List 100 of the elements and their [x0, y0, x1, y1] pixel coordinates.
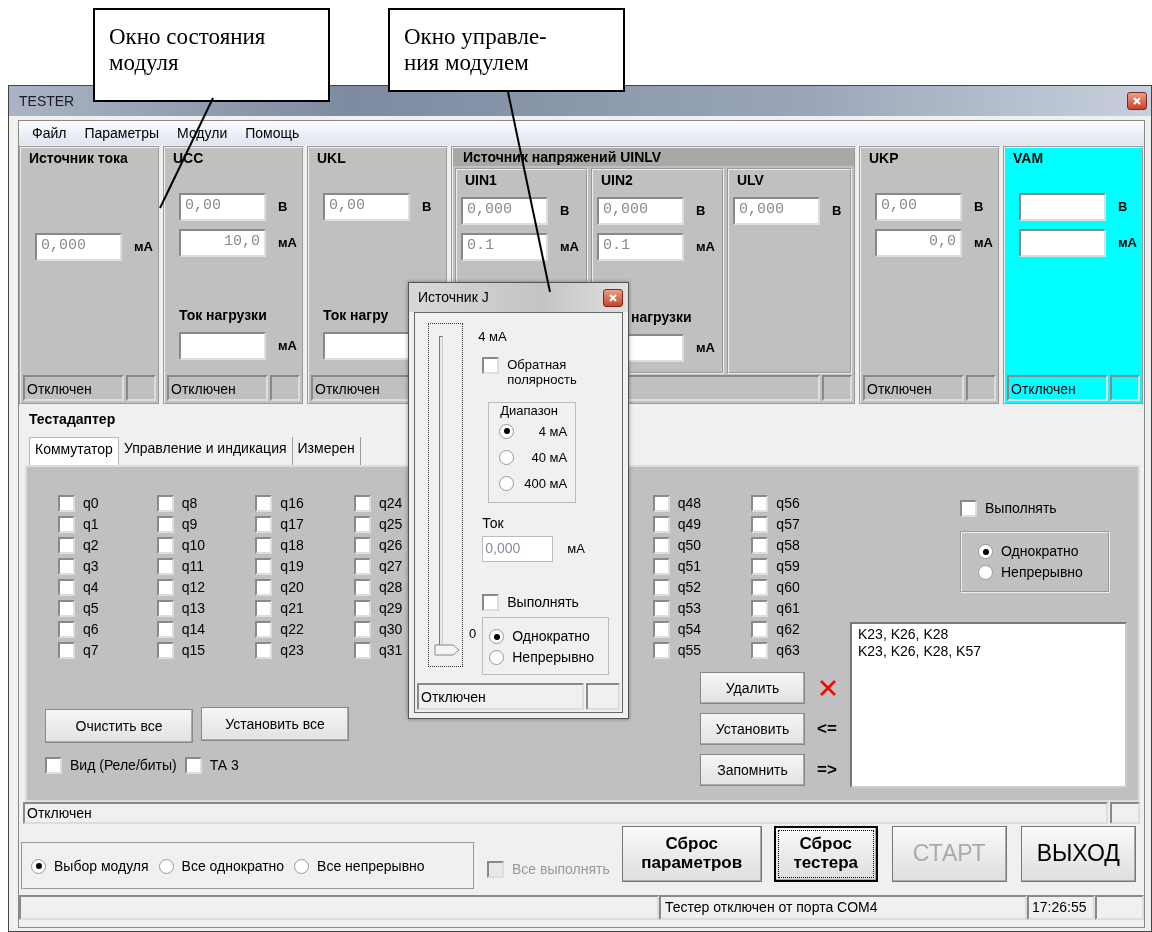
checkbox-label[interactable]: q61	[776, 600, 800, 617]
checkbox-label[interactable]: q58	[776, 537, 800, 554]
checkbox[interactable]	[751, 516, 769, 533]
checkbox-label[interactable]: q53	[677, 600, 702, 617]
checkbox-label[interactable]: q26	[379, 537, 403, 554]
text-field[interactable]: 0,000	[35, 233, 122, 261]
checkbox-label[interactable]: q25	[379, 516, 403, 533]
checkbox-label[interactable]: q23	[280, 642, 304, 659]
checkbox-label[interactable]: q56	[776, 495, 800, 512]
checkbox-label[interactable]: q5	[83, 600, 99, 617]
text-field[interactable]	[179, 332, 266, 360]
checkbox-label[interactable]: q15	[181, 642, 206, 659]
checkbox[interactable]	[652, 537, 670, 554]
checkbox[interactable]	[652, 621, 670, 638]
checkbox-label[interactable]: q10	[181, 537, 206, 554]
menu-item[interactable]: Параметры	[75, 124, 169, 142]
close-button[interactable]	[1127, 92, 1147, 110]
checkbox[interactable]	[354, 642, 371, 659]
radio-button[interactable]	[499, 475, 515, 491]
checkbox[interactable]	[354, 495, 371, 512]
button[interactable]: Удалить	[700, 672, 805, 704]
checkbox[interactable]	[156, 600, 174, 617]
checkbox[interactable]	[354, 537, 371, 554]
text-field[interactable]: 0,000	[733, 197, 820, 225]
text-field[interactable]: 0,000	[482, 536, 554, 563]
checkbox[interactable]	[255, 621, 273, 638]
radio-button[interactable]	[978, 544, 993, 559]
checkbox[interactable]	[58, 558, 75, 575]
button[interactable]: Установить все	[201, 707, 349, 741]
radio-button[interactable]	[489, 629, 505, 645]
checkbox[interactable]	[156, 642, 174, 659]
menu-item[interactable]: Файл	[23, 124, 76, 142]
radio-label[interactable]: Выбор модуля	[54, 857, 149, 875]
checkbox[interactable]	[255, 558, 273, 575]
checkbox[interactable]	[58, 537, 75, 554]
close-button[interactable]	[603, 288, 623, 307]
checkbox[interactable]	[652, 579, 670, 596]
checkbox[interactable]	[255, 516, 273, 533]
radio-label[interactable]: Однократно	[1001, 543, 1079, 560]
checkbox[interactable]	[482, 356, 500, 374]
checkbox[interactable]	[58, 579, 75, 596]
checkbox[interactable]	[255, 642, 273, 659]
checkbox[interactable]	[156, 621, 174, 638]
checkbox-label[interactable]: q22	[280, 621, 304, 638]
list-item[interactable]: K23, K26, K28, K57	[858, 642, 1119, 660]
checkbox[interactable]	[751, 495, 769, 512]
checkbox[interactable]	[58, 621, 75, 638]
radio-label[interactable]: Непрерывно	[1001, 564, 1083, 581]
menu-item[interactable]: Помощь	[236, 124, 309, 142]
radio-button[interactable]	[31, 858, 46, 874]
checkbox[interactable]	[652, 600, 670, 617]
button[interactable]: Установить	[700, 713, 805, 745]
checkbox[interactable]	[751, 600, 769, 617]
checkbox-label[interactable]: q9	[181, 516, 198, 533]
checkbox-label[interactable]: q14	[181, 621, 206, 638]
text-field[interactable]: 0,00	[875, 193, 962, 221]
checkbox-label[interactable]: q30	[379, 621, 403, 638]
text-field[interactable]: 0,000	[597, 197, 684, 225]
checkbox[interactable]	[652, 495, 670, 512]
checkbox-label[interactable]: q1	[83, 516, 99, 533]
checkbox-label[interactable]: q18	[280, 537, 304, 554]
checkbox-label[interactable]: q3	[83, 558, 99, 575]
checkbox[interactable]	[751, 558, 769, 575]
text-field[interactable]: 0,00	[179, 193, 266, 221]
checkbox[interactable]	[652, 642, 670, 659]
checkbox[interactable]	[58, 642, 75, 659]
radio-button[interactable]	[499, 423, 515, 439]
checkbox[interactable]	[960, 500, 977, 517]
checkbox-label[interactable]: q55	[677, 642, 702, 659]
checkbox-label[interactable]: q0	[83, 495, 99, 512]
checkbox-label[interactable]: q11	[181, 558, 204, 575]
radio-button[interactable]	[294, 858, 310, 874]
radio-label[interactable]: Однократно	[512, 628, 590, 646]
text-field[interactable]: 0,0	[875, 229, 962, 257]
checkbox[interactable]	[482, 594, 500, 612]
checkbox[interactable]	[45, 757, 62, 774]
checkbox-label[interactable]: q59	[776, 558, 800, 575]
checkbox[interactable]	[255, 537, 273, 554]
radio-label[interactable]: Непрерывно	[512, 649, 595, 667]
checkbox-label[interactable]: q12	[181, 579, 206, 596]
checkbox[interactable]	[354, 558, 371, 575]
checkbox-label[interactable]: q27	[379, 558, 403, 575]
slider-track[interactable]	[428, 323, 463, 667]
checkbox-label[interactable]: q6	[83, 621, 99, 638]
checkbox[interactable]	[652, 516, 670, 533]
checkbox-label[interactable]: q52	[677, 579, 702, 596]
list-box[interactable]: K23, K26, K28 K23, K26, K28, K57	[850, 622, 1127, 788]
checkbox-label[interactable]: q50	[677, 537, 702, 554]
checkbox[interactable]	[751, 642, 769, 659]
checkbox[interactable]	[652, 558, 670, 575]
radio-button[interactable]	[499, 449, 515, 465]
checkbox-label[interactable]: q29	[379, 600, 403, 617]
button[interactable]: ВЫХОД	[1020, 826, 1136, 882]
checkbox[interactable]	[751, 579, 769, 596]
checkbox[interactable]	[354, 621, 371, 638]
text-field[interactable]: 0.1	[597, 233, 684, 261]
text-field[interactable]: 0.1	[461, 233, 548, 261]
checkbox[interactable]	[156, 495, 174, 512]
checkbox[interactable]	[156, 579, 174, 596]
checkbox-label[interactable]: q49	[677, 516, 702, 533]
